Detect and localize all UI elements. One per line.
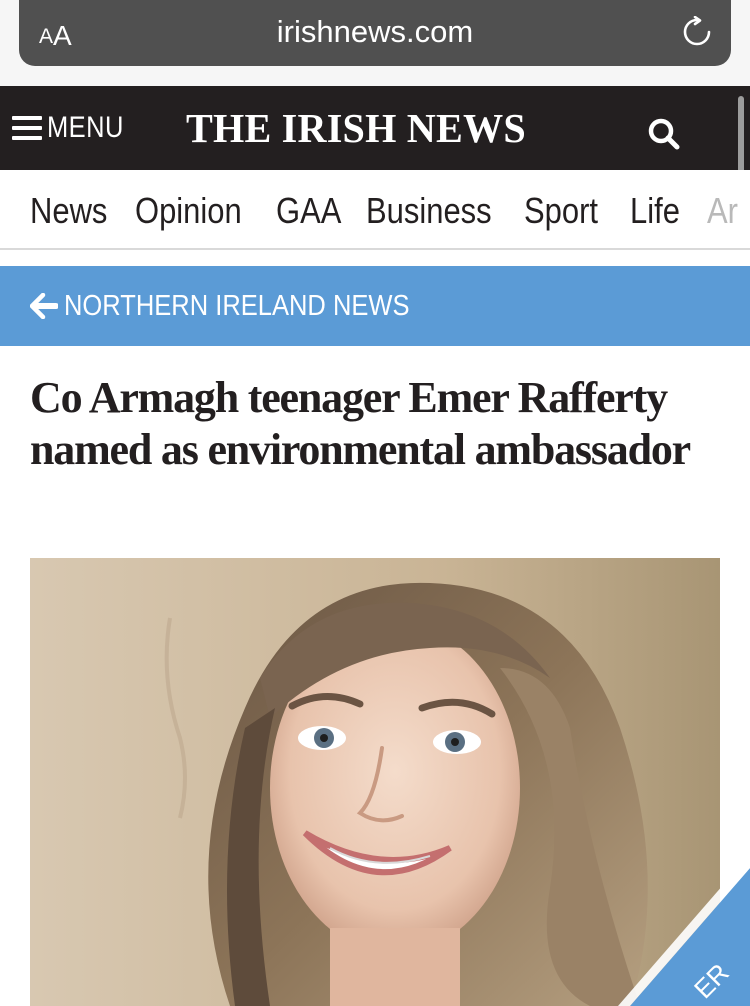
menu-button[interactable]: MENU bbox=[12, 110, 137, 146]
menu-label: MENU bbox=[47, 111, 124, 144]
search-icon[interactable] bbox=[646, 116, 682, 152]
nav-item-business[interactable]: Business bbox=[366, 190, 492, 232]
section-breadcrumb[interactable]: NORTHERN IRELAND NEWS bbox=[0, 266, 750, 346]
nav-item-sport[interactable]: Sport bbox=[524, 190, 598, 232]
nav-item-opinion[interactable]: Opinion bbox=[135, 190, 242, 232]
nav-item-life[interactable]: Life bbox=[630, 190, 680, 232]
url-text[interactable]: irishnews.com bbox=[19, 12, 731, 52]
breadcrumb-label: NORTHERN IRELAND NEWS bbox=[64, 290, 410, 322]
nav-item-overflow[interactable]: Ar bbox=[707, 190, 738, 232]
nav-item-gaa[interactable]: GAA bbox=[276, 190, 341, 232]
address-bar[interactable]: A A irishnews.com bbox=[19, 0, 731, 66]
section-nav: News Opinion GAA Business Sport Life Ar bbox=[0, 170, 750, 250]
nav-item-news[interactable]: News bbox=[30, 190, 107, 232]
browser-toolbar: A A irishnews.com bbox=[0, 0, 750, 86]
hamburger-menu-icon bbox=[12, 116, 42, 140]
reload-icon[interactable] bbox=[681, 16, 713, 48]
site-logo[interactable]: THE IRISH NEWS bbox=[186, 106, 526, 150]
site-masthead: MENU THE IRISH NEWS bbox=[0, 86, 750, 170]
article-headline: Co Armagh teenager Emer Rafferty named a… bbox=[30, 373, 691, 474]
corner-ribbon[interactable]: ER bbox=[560, 860, 750, 1006]
back-arrow-icon bbox=[30, 293, 58, 319]
